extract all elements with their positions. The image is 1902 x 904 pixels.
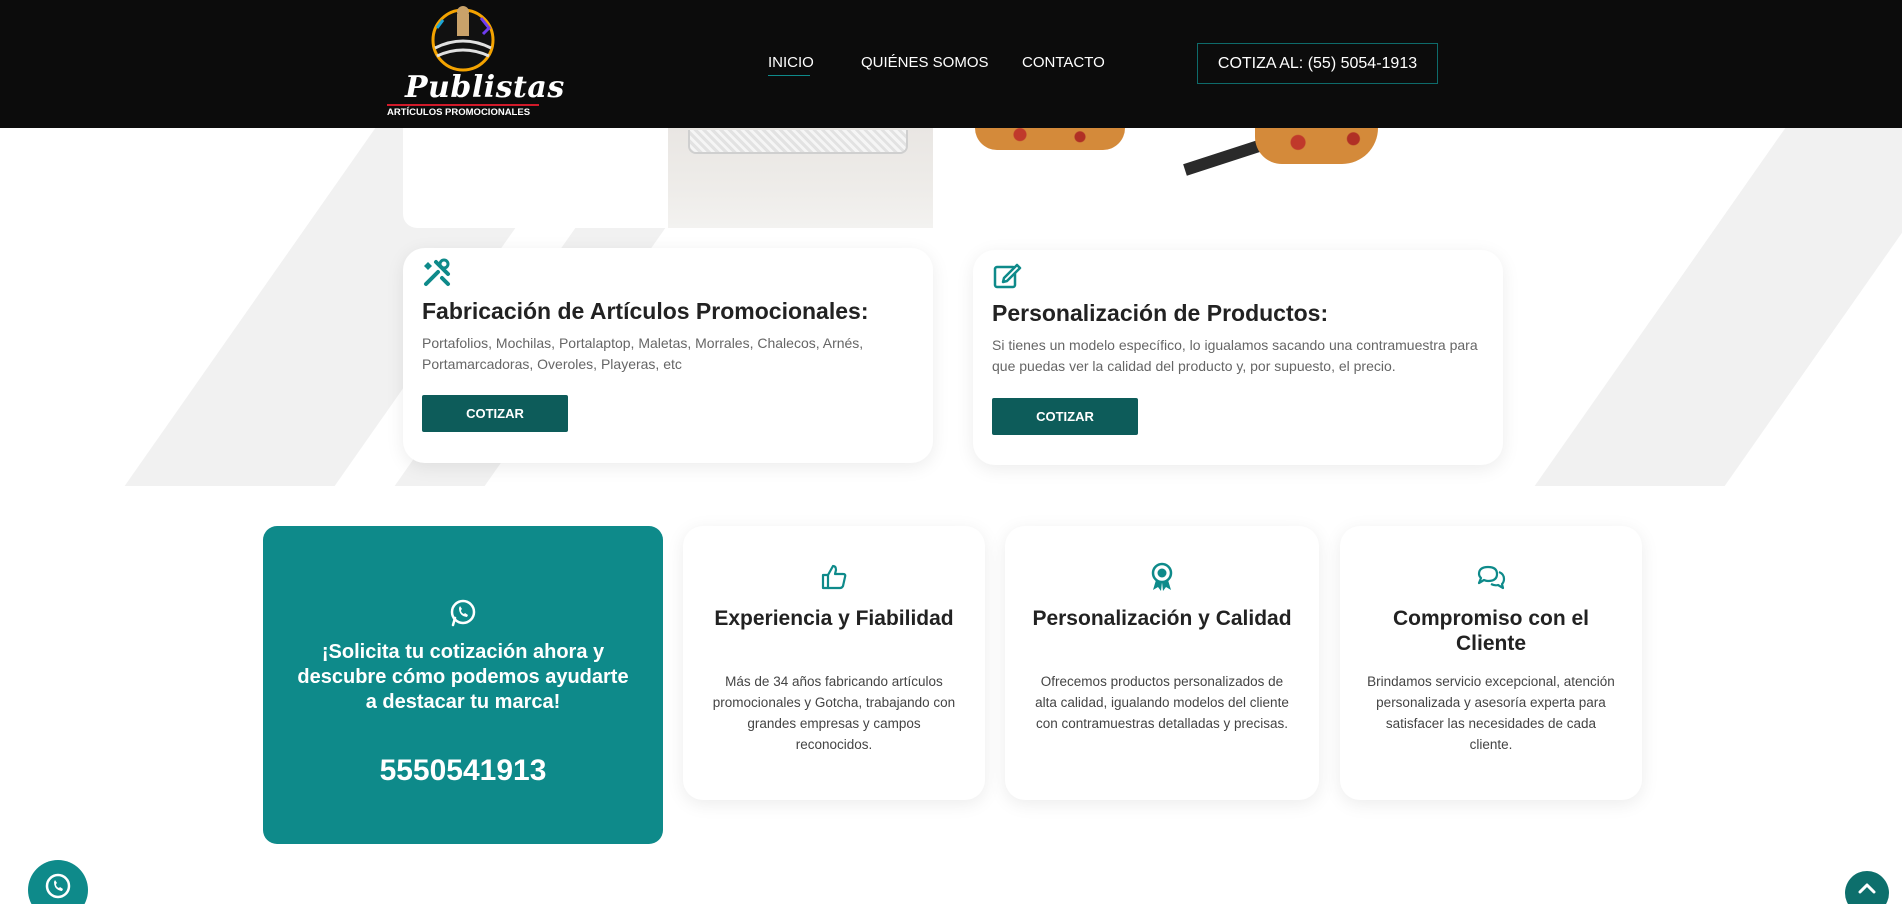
- nav-item-quienes-somos[interactable]: QUIÉNES SOMOS: [861, 54, 989, 71]
- whatsapp-float-button[interactable]: [28, 860, 88, 904]
- logo-underline: [387, 104, 539, 106]
- logo-tagline: ARTÍCULOS PROMOCIONALES: [387, 107, 531, 118]
- service-description: Si tienes un modelo específico, lo igual…: [992, 337, 1478, 374]
- feature-description: Brindamos servicio excepcional, atención…: [1367, 674, 1615, 752]
- background-stripe: [1534, 128, 1902, 486]
- service-title: Fabricación de Artículos Promocionales:: [422, 298, 869, 324]
- quote-call-button[interactable]: COTIZA AL: (55) 5054-1913: [1197, 43, 1438, 84]
- comments-icon: [1477, 565, 1506, 590]
- nav-item-inicio[interactable]: INICIO: [768, 54, 814, 71]
- thumbs-up-icon: [821, 564, 847, 590]
- service-card-personalizacion: Personalización de Productos: Si tienes …: [973, 250, 1503, 465]
- feature-title: Compromiso con el Cliente: [1392, 607, 1590, 655]
- mesh-bag-shape: [688, 130, 908, 154]
- brand-logo[interactable]: Publistas ARTÍCULOS PROMOCIONALES: [385, 4, 564, 120]
- cotizar-button[interactable]: COTIZAR: [422, 395, 568, 432]
- background-decoration: [0, 128, 1902, 486]
- scroll-to-top-button[interactable]: [1845, 871, 1889, 904]
- product-image-mesh-bag: [668, 128, 933, 228]
- feature-description: Más de 34 años fabricando artículos prom…: [712, 674, 956, 752]
- promo-phone-number[interactable]: 5550541913: [263, 754, 663, 788]
- whatsapp-icon: [45, 873, 71, 899]
- logo-brand-text: Publistas: [405, 70, 565, 105]
- feature-title: Personalización y Calidad: [1032, 607, 1292, 630]
- service-description: Portafolios, Mochilas, Portalaptop, Male…: [422, 335, 864, 372]
- award-icon: [1151, 562, 1173, 591]
- promo-message: ¡Solicita tu cotización ahora y descubre…: [297, 641, 629, 713]
- whatsapp-icon: [450, 599, 476, 627]
- service-title: Personalización de Productos:: [992, 300, 1329, 326]
- logo-emblem-icon: [431, 6, 495, 72]
- product-image-pizza-case: [975, 128, 1125, 150]
- cotizar-button[interactable]: COTIZAR: [992, 398, 1138, 435]
- product-image-pizza-bag: [1183, 127, 1378, 208]
- feature-description: Ofrecemos productos personalizados de al…: [1035, 674, 1289, 731]
- chevron-up-icon: [1858, 883, 1876, 894]
- nav-item-contacto[interactable]: CONTACTO: [1022, 54, 1105, 71]
- feature-card-compromiso: Compromiso con el Cliente Brindamos serv…: [1340, 526, 1642, 800]
- nav-active-underline: [768, 75, 810, 76]
- feature-card-experiencia: Experiencia y Fiabilidad Más de 34 años …: [683, 526, 985, 800]
- pizza-bag-shape: [1255, 128, 1378, 164]
- whatsapp-promo-card[interactable]: ¡Solicita tu cotización ahora y descubre…: [263, 526, 663, 844]
- site-header: Publistas ARTÍCULOS PROMOCIONALES INICIO…: [0, 0, 1902, 128]
- edit-icon: [993, 263, 1022, 289]
- feature-title: Experiencia y Fiabilidad: [714, 607, 954, 630]
- tools-icon: [424, 258, 450, 286]
- service-card-fabricacion: Fabricación de Artículos Promocionales: …: [403, 248, 933, 463]
- feature-card-personalizacion: Personalización y Calidad Ofrecemos prod…: [1005, 526, 1319, 800]
